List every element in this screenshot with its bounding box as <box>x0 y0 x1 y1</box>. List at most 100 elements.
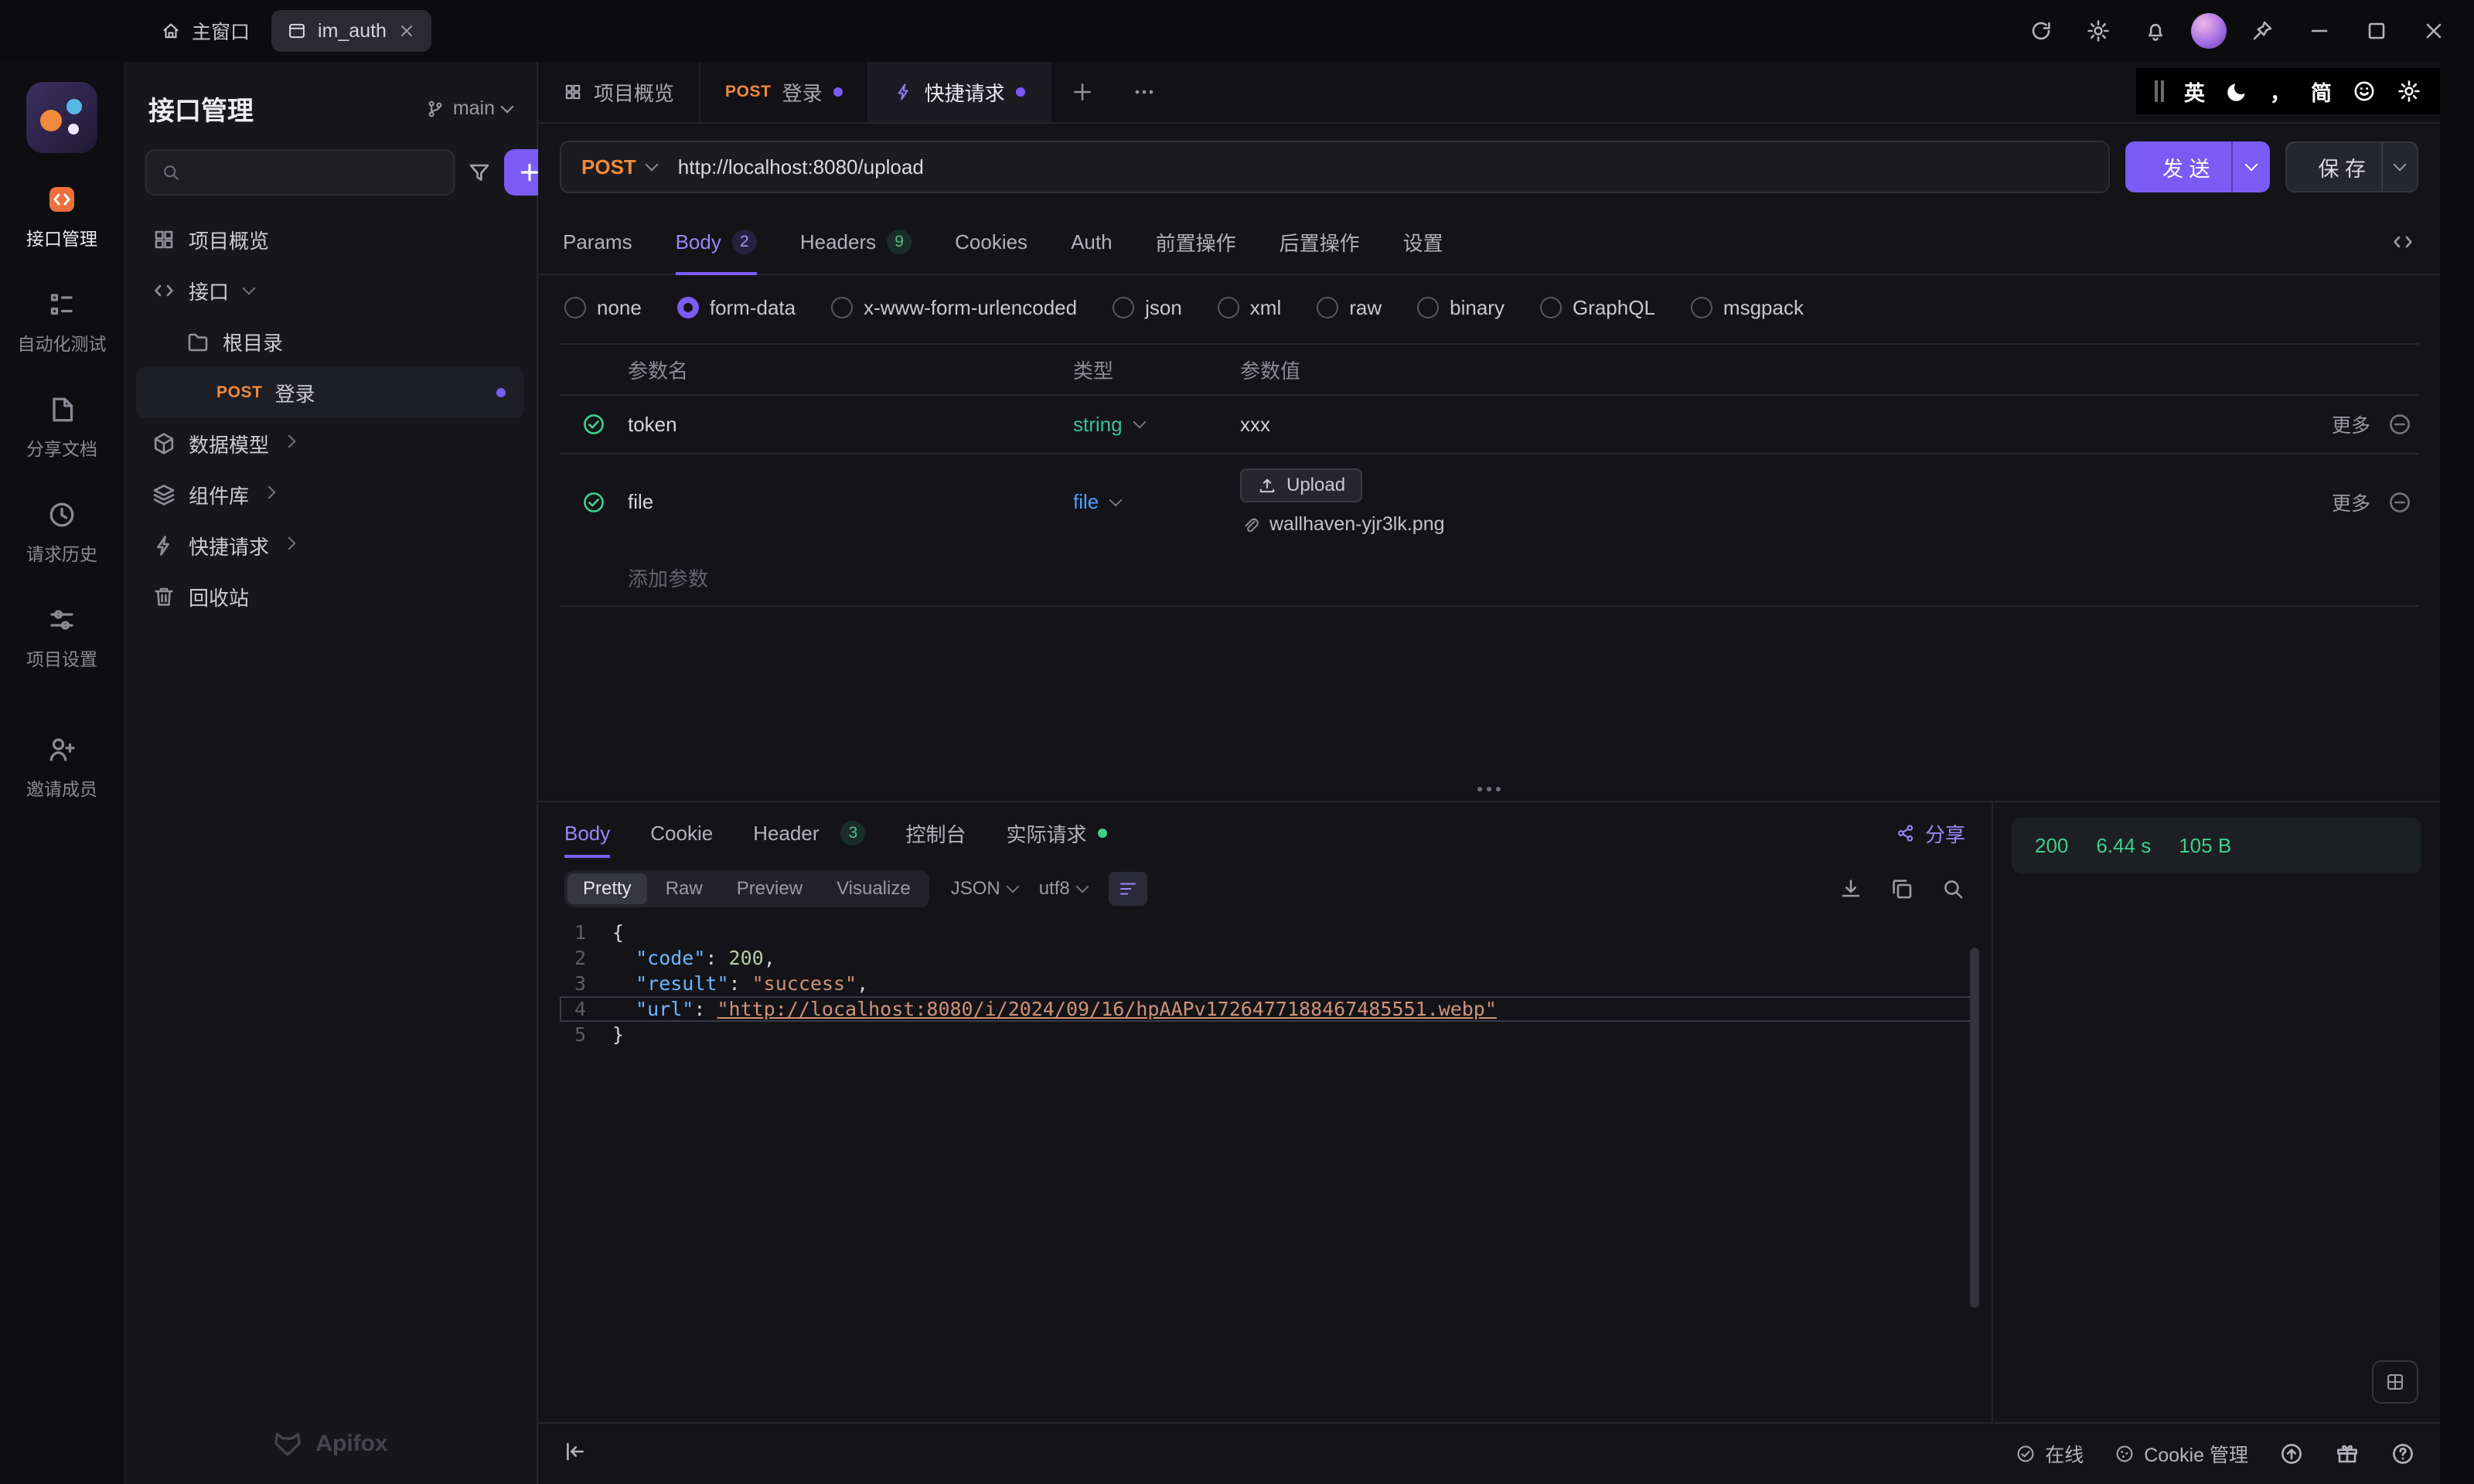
send-options-button[interactable] <box>2231 141 2271 192</box>
nav-request-history[interactable]: 请求历史 <box>0 499 124 566</box>
sync-button[interactable] <box>2019 9 2063 53</box>
cookie-manager-button[interactable]: Cookie 管理 <box>2114 1440 2248 1468</box>
splitter-handle[interactable] <box>1477 787 1501 791</box>
share-button[interactable]: 分享 <box>1896 819 1965 848</box>
tab-pre-operations[interactable]: 前置操作 <box>1156 210 1236 274</box>
moon-icon[interactable] <box>2225 79 2250 104</box>
response-tab-body[interactable]: Body <box>564 802 610 864</box>
main-window-button[interactable]: 主窗口 <box>161 17 250 45</box>
tab-cookies[interactable]: Cookies <box>955 210 1027 274</box>
gift-icon[interactable] <box>2335 1441 2360 1466</box>
tree-item-login-endpoint[interactable]: POST 登录 <box>136 367 524 418</box>
response-tab-actual-request[interactable]: 实际请求 <box>1007 802 1107 864</box>
app-settings-button[interactable] <box>2077 9 2120 53</box>
save-button[interactable]: 保 存 <box>2285 141 2397 192</box>
editor-scrollbar[interactable] <box>1967 920 1982 1407</box>
filter-button[interactable] <box>467 149 492 196</box>
send-button[interactable]: 发 送 <box>2125 141 2247 192</box>
tab-list-button[interactable] <box>1113 62 1175 122</box>
download-icon[interactable] <box>1838 876 1863 901</box>
response-tab-header[interactable]: Header 3 <box>753 802 866 864</box>
bodytype-binary[interactable]: binary <box>1417 296 1505 320</box>
ime-settings-icon[interactable] <box>2397 79 2421 104</box>
tree-item-quick-requests[interactable]: 快捷请求 <box>136 520 524 571</box>
doc-tab-login[interactable]: POST 登录 <box>700 62 869 122</box>
save-options-button[interactable] <box>2381 141 2418 192</box>
pin-window-button[interactable] <box>2241 9 2284 53</box>
encoding-select[interactable]: utf8 <box>1039 878 1089 900</box>
bodytype-form-data[interactable]: form-data <box>676 296 796 320</box>
maximize-button[interactable] <box>2355 9 2398 53</box>
ime-drag-handle[interactable] <box>2155 80 2164 102</box>
close-window-button[interactable] <box>2412 9 2455 53</box>
remove-row-icon[interactable] <box>2387 412 2412 437</box>
tab-request-settings[interactable]: 设置 <box>1403 210 1443 274</box>
param-type-select[interactable]: file <box>1073 490 1240 514</box>
format-select[interactable]: JSON <box>951 878 1020 900</box>
view-visualize[interactable]: Visualize <box>821 873 926 904</box>
branch-selector[interactable]: main <box>425 97 514 120</box>
more-button[interactable]: 更多 <box>2332 488 2370 516</box>
bodytype-graphql[interactable]: GraphQL <box>1539 296 1655 320</box>
generate-code-button[interactable] <box>2391 230 2415 254</box>
view-pretty[interactable]: Pretty <box>567 873 647 904</box>
close-project-tab-icon[interactable] <box>397 22 416 40</box>
view-preview[interactable]: Preview <box>721 873 818 904</box>
tab-auth[interactable]: Auth <box>1071 210 1113 274</box>
response-url-link[interactable]: "http://localhost:8080/i/2024/09/16/hpAA… <box>717 998 1496 1020</box>
response-body-editor[interactable]: 1 { 2 "code": 200, 3 "result": "success"… <box>560 920 1979 1407</box>
response-tab-cookie[interactable]: Cookie <box>650 802 713 864</box>
add-param-row[interactable]: 添加参数 <box>560 550 2418 605</box>
response-tab-console[interactable]: 控制台 <box>905 802 966 864</box>
online-status[interactable]: 在线 <box>2016 1440 2084 1468</box>
bodytype-json[interactable]: json <box>1113 296 1182 320</box>
ime-language-mode[interactable]: 英 <box>2184 77 2205 107</box>
attached-file[interactable]: wallhaven-yjr3lk.png <box>1240 513 1445 536</box>
tab-body[interactable]: Body 2 <box>675 210 757 275</box>
tree-item-data-models[interactable]: 数据模型 <box>136 418 524 469</box>
bodytype-raw[interactable]: raw <box>1317 296 1382 320</box>
param-name-cell[interactable]: token <box>628 413 1073 437</box>
tab-headers[interactable]: Headers 9 <box>800 210 912 274</box>
collapse-sidebar-button[interactable] <box>563 1439 588 1469</box>
user-avatar[interactable] <box>2191 13 2227 49</box>
method-select[interactable]: POST <box>581 155 666 179</box>
remove-row-icon[interactable] <box>2387 490 2412 515</box>
param-enabled-checkbox[interactable] <box>560 490 628 515</box>
new-tab-button[interactable] <box>1051 62 1113 122</box>
tab-params[interactable]: Params <box>563 210 632 274</box>
notifications-button[interactable] <box>2134 9 2177 53</box>
view-raw[interactable]: Raw <box>650 873 718 904</box>
bodytype-none[interactable]: none <box>564 296 642 320</box>
nav-invite-members[interactable]: 邀请成员 <box>0 734 124 801</box>
tree-item-root-folder[interactable]: 根目录 <box>136 316 524 367</box>
tree-item-project-overview[interactable]: 项目概览 <box>136 214 524 265</box>
project-tab[interactable]: im_auth <box>271 10 431 52</box>
param-type-select[interactable]: string <box>1073 413 1240 437</box>
nav-project-settings[interactable]: 项目设置 <box>0 604 124 671</box>
doc-tab-quick-request[interactable]: 快捷请求 <box>868 62 1051 122</box>
bodytype-msgpack[interactable]: msgpack <box>1690 296 1804 320</box>
tree-item-api-group[interactable]: 接口 <box>136 265 524 316</box>
doc-tab-project-overview[interactable]: 项目概览 <box>538 62 701 122</box>
minimize-button[interactable] <box>2298 9 2341 53</box>
ime-punctuation-mode[interactable]: ， <box>2270 77 2291 107</box>
layout-toggle-button[interactable] <box>2372 1360 2418 1404</box>
bodytype-x-www-form-urlencoded[interactable]: x-www-form-urlencoded <box>831 296 1077 320</box>
bodytype-xml[interactable]: xml <box>1217 296 1281 320</box>
param-value-cell[interactable]: xxx <box>1240 413 2245 437</box>
more-button[interactable]: 更多 <box>2332 410 2370 438</box>
ime-simplified-mode[interactable]: 简 <box>2311 77 2332 107</box>
upload-button[interactable]: Upload <box>1240 468 1363 502</box>
search-input[interactable] <box>190 161 439 184</box>
help-icon[interactable] <box>2391 1441 2415 1466</box>
word-wrap-toggle[interactable] <box>1108 872 1147 906</box>
nav-automated-testing[interactable]: 自动化测试 <box>0 289 124 356</box>
param-enabled-checkbox[interactable] <box>560 412 628 437</box>
upgrade-icon[interactable] <box>2279 1441 2304 1466</box>
url-input[interactable] <box>677 155 2088 179</box>
tree-item-recycle-bin[interactable]: 回收站 <box>136 571 524 622</box>
nav-api-management[interactable]: 接口管理 <box>0 184 124 250</box>
emoji-icon[interactable] <box>2352 79 2377 104</box>
param-name-cell[interactable]: file <box>628 490 1073 514</box>
